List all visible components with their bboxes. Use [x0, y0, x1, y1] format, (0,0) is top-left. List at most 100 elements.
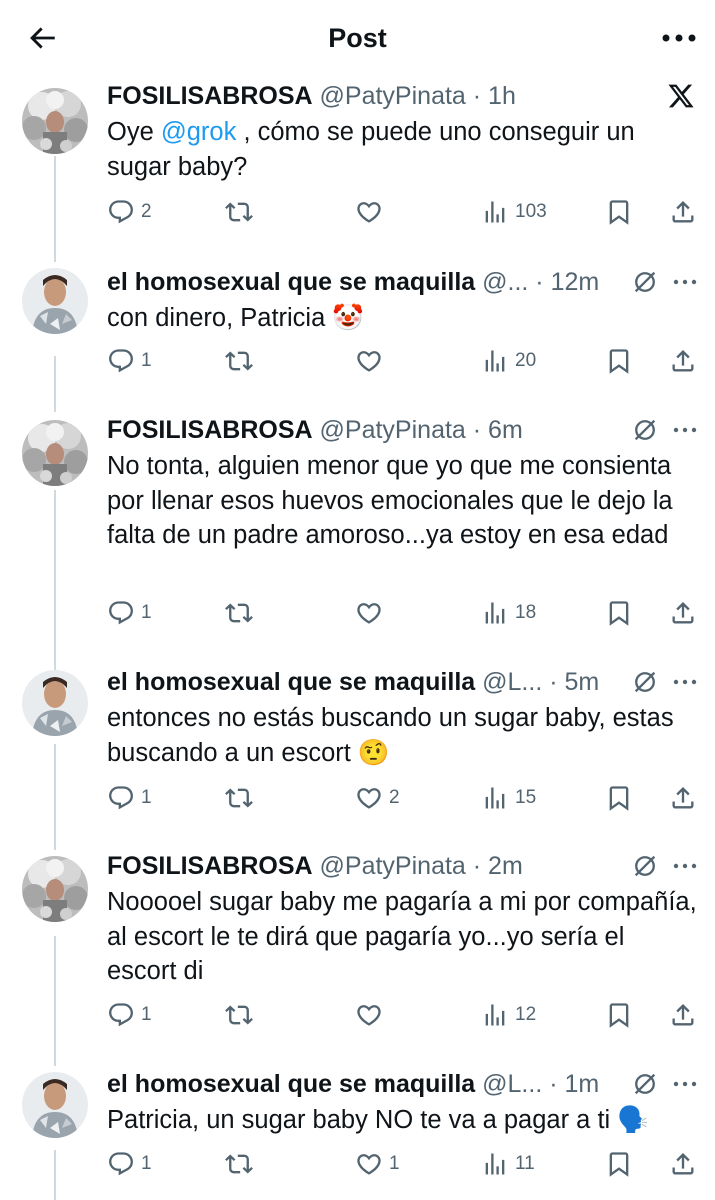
bookmark-button[interactable]: [605, 781, 633, 815]
more-horizontal-icon[interactable]: [673, 863, 697, 869]
like-button[interactable]: [355, 195, 383, 229]
avatar[interactable]: [22, 1072, 88, 1138]
bookmark-button[interactable]: [605, 344, 633, 378]
bookmark-button[interactable]: [605, 998, 633, 1032]
share-button[interactable]: [669, 998, 697, 1032]
repost-button[interactable]: [225, 998, 253, 1032]
display-name[interactable]: el homosexual que se maquilla: [107, 1070, 475, 1098]
tweet-text: con dinero, Patricia 🤡: [107, 304, 365, 332]
timestamp[interactable]: 1m: [564, 1070, 599, 1098]
handle[interactable]: @PatyPinata: [320, 82, 466, 110]
grok-icon[interactable]: [631, 852, 659, 880]
bookmark-button[interactable]: [605, 596, 633, 630]
timestamp[interactable]: 12m: [551, 268, 600, 296]
bookmark-icon: [609, 1003, 629, 1028]
reply-icon: [109, 601, 133, 625]
grok-icon[interactable]: [631, 416, 659, 444]
share-button[interactable]: [669, 596, 697, 630]
share-icon: [672, 1153, 694, 1175]
views-button[interactable]: 18: [481, 596, 536, 630]
more-horizontal-icon[interactable]: [673, 679, 697, 685]
reply-button[interactable]: 1: [107, 344, 152, 378]
repost-icon: [225, 351, 253, 371]
heart-icon: [357, 603, 381, 624]
like-button[interactable]: [355, 596, 383, 630]
views-button[interactable]: 15: [481, 781, 536, 815]
view-count: 11: [515, 1153, 535, 1174]
repost-icon: [225, 1005, 253, 1025]
like-button[interactable]: 1: [355, 1147, 400, 1181]
timestamp[interactable]: 6m: [488, 416, 523, 444]
views-icon: [485, 201, 505, 223]
grok-icon[interactable]: [631, 1070, 659, 1098]
repost-button[interactable]: [225, 344, 253, 378]
more-options-button[interactable]: [657, 18, 701, 58]
more-horizontal-icon[interactable]: [673, 1081, 697, 1087]
display-name[interactable]: el homosexual que se maquilla: [107, 268, 475, 296]
avatar[interactable]: [22, 670, 88, 736]
views-button[interactable]: 103: [481, 195, 547, 229]
share-button[interactable]: [669, 344, 697, 378]
views-button[interactable]: 11: [481, 1147, 535, 1181]
reply-count: 1: [141, 1004, 152, 1025]
timestamp[interactable]: 1h: [488, 82, 516, 110]
handle[interactable]: @...: [482, 268, 528, 296]
share-button[interactable]: [669, 195, 697, 229]
bookmark-icon: [609, 200, 629, 225]
repost-button[interactable]: [225, 195, 253, 229]
bookmark-button[interactable]: [605, 195, 633, 229]
avatar[interactable]: [22, 88, 88, 154]
display-name[interactable]: FOSILISABROSA: [107, 416, 313, 444]
display-name[interactable]: FOSILISABROSA: [107, 852, 313, 880]
handle[interactable]: @L...: [482, 1070, 542, 1098]
reply-button[interactable]: 1: [107, 1147, 152, 1181]
like-button[interactable]: [355, 998, 383, 1032]
separator-dot: ·: [465, 82, 489, 110]
reply-button[interactable]: 1: [107, 781, 152, 815]
views-button[interactable]: 20: [481, 344, 536, 378]
timestamp[interactable]: 2m: [488, 852, 523, 880]
like-count: 2: [389, 787, 400, 808]
handle[interactable]: @L...: [482, 668, 542, 696]
like-button[interactable]: [355, 344, 383, 378]
handle[interactable]: @PatyPinata: [320, 852, 466, 880]
reply-icon: [109, 1003, 133, 1027]
reply-button[interactable]: 1: [107, 596, 152, 630]
grok-icon[interactable]: [631, 668, 659, 696]
tweet-header: FOSILISABROSA @PatyPinata · 1h: [107, 78, 697, 114]
x-logo-icon[interactable]: [667, 82, 695, 110]
reply-icon: [109, 786, 133, 810]
mention-link[interactable]: @grok: [161, 118, 237, 146]
heart-icon: [357, 1005, 381, 1026]
views-button[interactable]: 12: [481, 998, 536, 1032]
reply-icon: [109, 200, 133, 224]
bookmark-icon: [609, 1152, 629, 1177]
tweet-header: el homosexual que se maquilla @L... · 1m: [107, 1066, 697, 1102]
reply-button[interactable]: 1: [107, 998, 152, 1032]
like-button[interactable]: 2: [355, 781, 400, 815]
repost-button[interactable]: [225, 596, 253, 630]
avatar[interactable]: [22, 268, 88, 334]
display-name[interactable]: el homosexual que se maquilla: [107, 668, 475, 696]
share-button[interactable]: [669, 781, 697, 815]
grok-icon[interactable]: [631, 268, 659, 296]
bookmark-button[interactable]: [605, 1147, 633, 1181]
share-button[interactable]: [669, 1147, 697, 1181]
reply-count: 1: [141, 350, 152, 371]
timestamp[interactable]: 5m: [564, 668, 599, 696]
repost-button[interactable]: [225, 1147, 253, 1181]
handle[interactable]: @PatyPinata: [320, 416, 466, 444]
top-bar: Post: [0, 0, 715, 76]
tweet-text-part: Oye: [107, 118, 161, 146]
avatar[interactable]: [22, 420, 88, 486]
more-horizontal-icon[interactable]: [673, 427, 697, 433]
display-name[interactable]: FOSILISABROSA: [107, 82, 313, 110]
repost-button[interactable]: [225, 781, 253, 815]
bookmark-icon: [609, 786, 629, 811]
views-icon: [485, 787, 505, 809]
reply-button[interactable]: 2: [107, 195, 152, 229]
more-horizontal-icon[interactable]: [673, 279, 697, 285]
avatar[interactable]: [22, 856, 88, 922]
separator-dot: ·: [528, 268, 551, 296]
tweet-text: Oye @grok , cómo se puede uno conseguir …: [107, 115, 697, 184]
